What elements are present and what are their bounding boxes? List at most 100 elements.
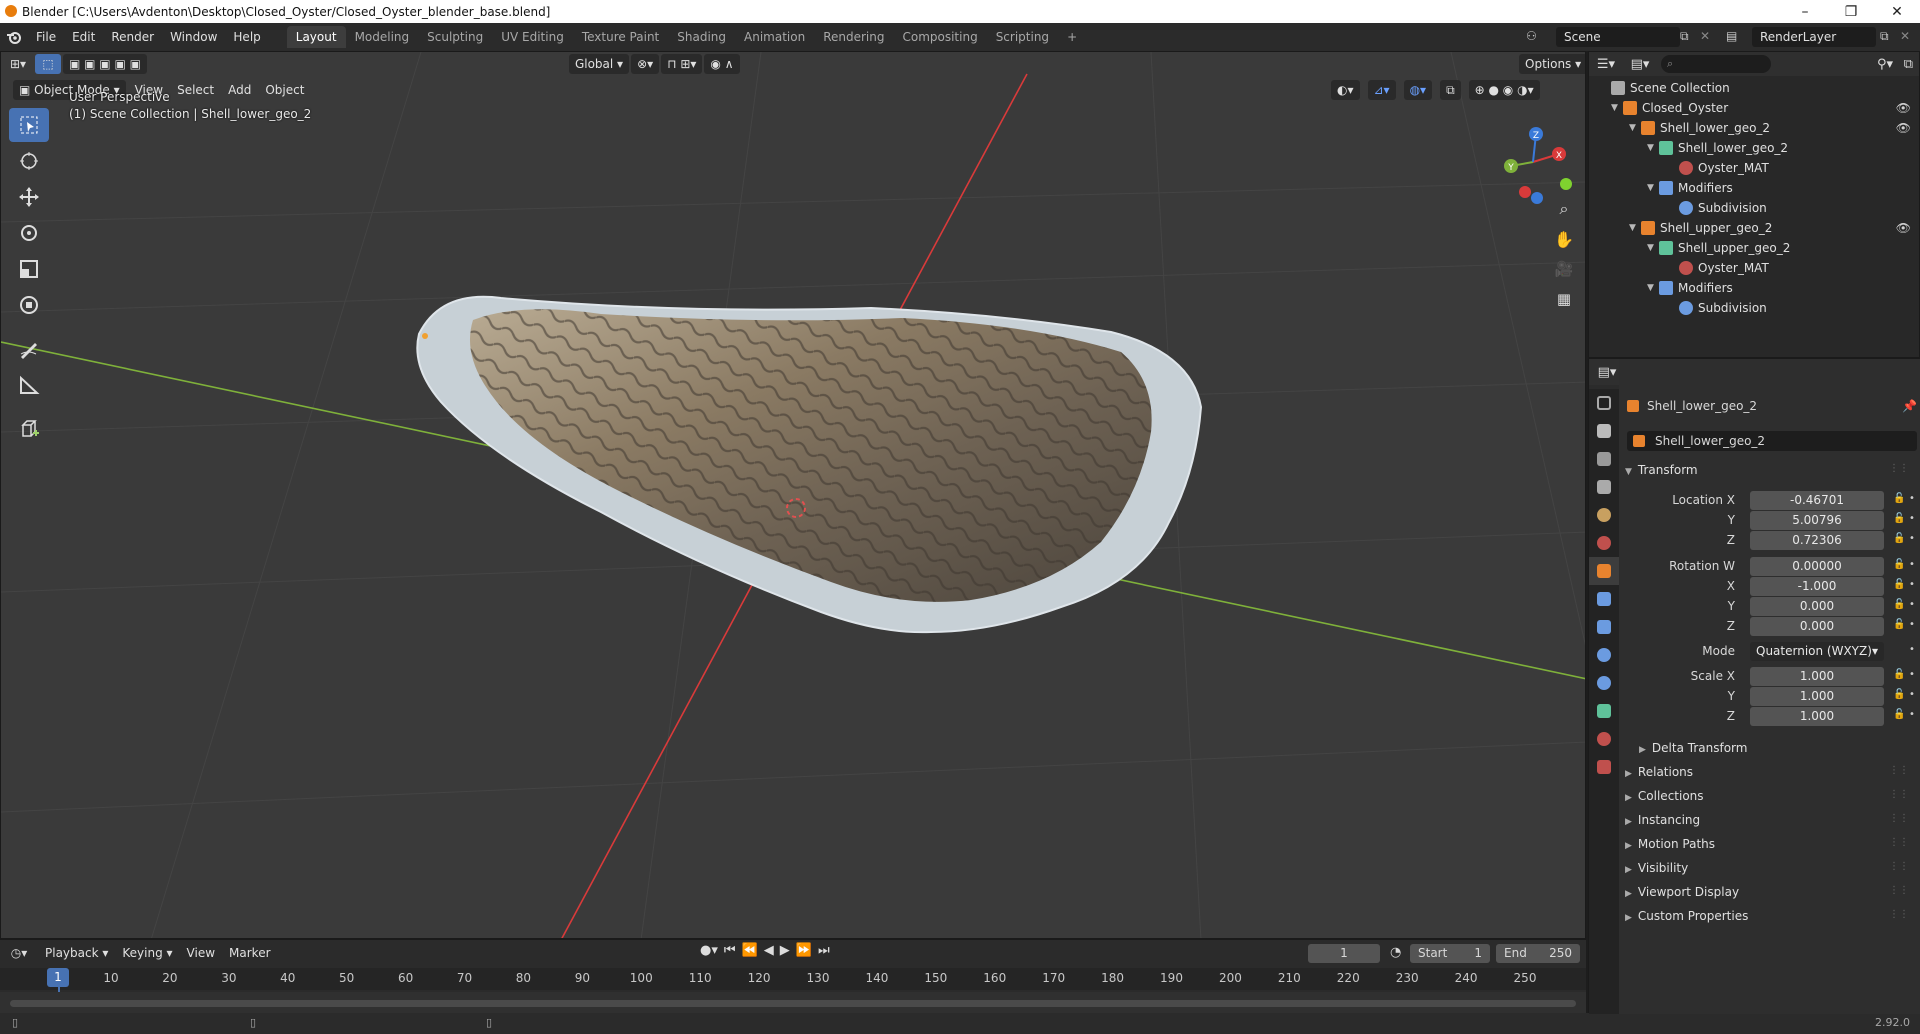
rotation-z-field[interactable]: 0.000 — [1750, 617, 1884, 636]
expand-icon[interactable]: ▼ — [1629, 223, 1641, 233]
tab-sculpting[interactable]: Sculpting — [418, 26, 492, 48]
keyframe-dot-icon[interactable]: • — [1909, 689, 1915, 700]
gizmo-icon[interactable]: ⊿▾ — [1367, 80, 1396, 100]
scale-z-field[interactable]: 1.000 — [1750, 707, 1884, 726]
delta-transform-header[interactable]: ▶ Delta Transform — [1639, 741, 1920, 755]
menu-timeline-view[interactable]: View — [180, 946, 222, 960]
panel-header[interactable]: ▶ Motion Paths ⋮⋮ — [1625, 837, 1915, 851]
tab-material[interactable] — [1589, 725, 1619, 753]
outliner-item-modifier[interactable]: Subdivision — [1589, 198, 1919, 218]
current-frame-field[interactable]: 1 — [1308, 944, 1380, 963]
location-x-field[interactable]: -0.46701 — [1750, 491, 1884, 510]
tab-render[interactable] — [1589, 417, 1619, 445]
panel-header[interactable]: ▶ Relations ⋮⋮ — [1625, 765, 1915, 779]
add-workspace-button[interactable]: + — [1058, 26, 1086, 48]
shading-modes-icon[interactable]: ⊕ ● ◉ ◑▾ — [1468, 80, 1540, 100]
tab-rendering[interactable]: Rendering — [814, 26, 893, 48]
pan-hand-icon[interactable]: ✋ — [1551, 226, 1577, 252]
tab-constraints[interactable] — [1589, 669, 1619, 697]
outliner-item-modifiers[interactable]: ▼ Modifiers — [1589, 178, 1919, 198]
start-frame-field[interactable]: Start 1 — [1410, 944, 1490, 963]
location-y-field[interactable]: 5.00796 — [1750, 511, 1884, 530]
menu-object[interactable]: Object — [258, 83, 311, 97]
expand-icon[interactable]: ▼ — [1647, 243, 1659, 253]
scene-icon[interactable]: ⚇ — [1526, 29, 1544, 45]
render-layer-icon[interactable]: ▤ — [1726, 29, 1737, 43]
keyframe-dot-icon[interactable]: • — [1909, 619, 1915, 630]
timer-icon[interactable]: ◔ — [1390, 945, 1401, 960]
keyframe-dot-icon[interactable]: • — [1909, 533, 1915, 544]
menu-render[interactable]: Render — [103, 26, 162, 48]
lock-icon[interactable]: 🔓 — [1893, 513, 1905, 524]
tab-layout[interactable]: Layout — [286, 26, 346, 48]
outliner-item-modifiers[interactable]: ▼ Modifiers — [1589, 278, 1919, 298]
move-tool[interactable] — [9, 180, 49, 214]
lock-icon[interactable]: 🔓 — [1893, 559, 1905, 570]
panel-header[interactable]: ▶ Custom Properties ⋮⋮ — [1625, 909, 1915, 923]
outliner-item-material[interactable]: Oyster_MAT — [1589, 158, 1919, 178]
tab-shading[interactable]: Shading — [668, 26, 735, 48]
cursor-tool[interactable] — [9, 144, 49, 178]
next-keyframe-icon[interactable]: ⏩ — [796, 943, 812, 958]
pivot-icon[interactable]: ⊗▾ — [631, 54, 660, 74]
blender-menu-icon[interactable] — [0, 26, 28, 48]
ortho-grid-icon[interactable]: ▦ — [1551, 286, 1577, 312]
lock-icon[interactable]: 🔓 — [1893, 689, 1905, 700]
panel-header[interactable]: ▶ Viewport Display ⋮⋮ — [1625, 885, 1915, 899]
tab-compositing[interactable]: Compositing — [893, 26, 986, 48]
tab-data[interactable] — [1589, 697, 1619, 725]
prev-keyframe-icon[interactable]: ⏪ — [742, 943, 758, 958]
keyframe-dot-icon[interactable]: • — [1909, 709, 1915, 720]
play-reverse-icon[interactable]: ◀ — [764, 943, 774, 958]
lock-icon[interactable]: 🔓 — [1893, 533, 1905, 544]
jump-end-icon[interactable]: ⏭ — [818, 943, 830, 958]
menu-help[interactable]: Help — [225, 26, 268, 48]
panel-header[interactable]: ▶ Instancing ⋮⋮ — [1625, 813, 1915, 827]
lock-icon[interactable]: 🔓 — [1893, 669, 1905, 680]
tab-physics[interactable] — [1589, 641, 1619, 669]
tab-animation[interactable]: Animation — [735, 26, 814, 48]
pin-icon[interactable]: 📌 — [1902, 399, 1917, 413]
outliner-search-input[interactable]: ⌕ — [1661, 55, 1771, 73]
new-layer-icon[interactable]: ⧉ — [1880, 29, 1889, 44]
minimize-button[interactable]: – — [1782, 0, 1828, 23]
tab-tool[interactable] — [1589, 389, 1619, 417]
editor-type-icon[interactable]: ⊞▾ — [1, 57, 35, 71]
oyster-shell-model[interactable] — [416, 295, 1203, 634]
current-frame-marker[interactable]: 1 — [47, 968, 69, 987]
overlay-icon[interactable]: ◍▾ — [1403, 80, 1433, 100]
timeline-scrollbar[interactable] — [10, 1000, 1576, 1007]
rotation-w-field[interactable]: 0.00000 — [1750, 557, 1884, 576]
keyframe-dot-icon[interactable]: • — [1909, 513, 1915, 524]
transform-orientation-dropdown[interactable]: Global ▾ — [568, 54, 630, 74]
zoom-icon[interactable]: ⌕ — [1551, 196, 1577, 222]
menu-window[interactable]: Window — [162, 26, 225, 48]
expand-icon[interactable]: ▼ — [1629, 123, 1641, 133]
panel-header[interactable]: ▶ Visibility ⋮⋮ — [1625, 861, 1915, 875]
selection-mode-icons[interactable]: ▣ ▣ ▣ ▣ ▣ — [63, 54, 147, 74]
record-icon[interactable]: ●▾ — [700, 943, 718, 958]
tab-texture-paint[interactable]: Texture Paint — [573, 26, 668, 48]
display-mode-icon[interactable]: ▤▾ — [1623, 57, 1657, 72]
tab-world[interactable] — [1589, 529, 1619, 557]
select-mode-icon[interactable]: ⬚ — [35, 54, 61, 74]
rotation-y-field[interactable]: 0.000 — [1750, 597, 1884, 616]
outliner-item-collection[interactable]: ▼ Closed_Oyster 👁 — [1589, 98, 1919, 118]
3d-viewport[interactable]: ⊞▾ ⬚ ▣ ▣ ▣ ▣ ▣ Global ▾ ⊗▾ ⊓ ⊞▾ ◉ ∧ Opti… — [0, 51, 1586, 939]
remove-layer-icon[interactable]: ✕ — [1900, 29, 1910, 43]
close-button[interactable]: ✕ — [1874, 0, 1920, 23]
eye-icon[interactable]: 👁 — [1896, 121, 1911, 135]
end-frame-field[interactable]: End 250 — [1496, 944, 1580, 963]
xray-icon[interactable]: ⧉ — [1440, 80, 1461, 100]
proportional-edit-icon[interactable]: ◉ ∧ — [704, 54, 740, 74]
play-icon[interactable]: ▶ — [780, 943, 790, 958]
scale-y-field[interactable]: 1.000 — [1750, 687, 1884, 706]
lock-icon[interactable]: 🔓 — [1893, 619, 1905, 630]
expand-icon[interactable]: ▼ — [1647, 283, 1659, 293]
select-box-tool[interactable] — [9, 108, 49, 142]
lock-icon[interactable]: 🔓 — [1893, 493, 1905, 504]
scene-field[interactable]: Scene — [1556, 27, 1680, 47]
measure-tool[interactable] — [9, 368, 49, 402]
expand-icon[interactable]: ▼ — [1647, 183, 1659, 193]
expand-icon[interactable]: ▼ — [1647, 143, 1659, 153]
